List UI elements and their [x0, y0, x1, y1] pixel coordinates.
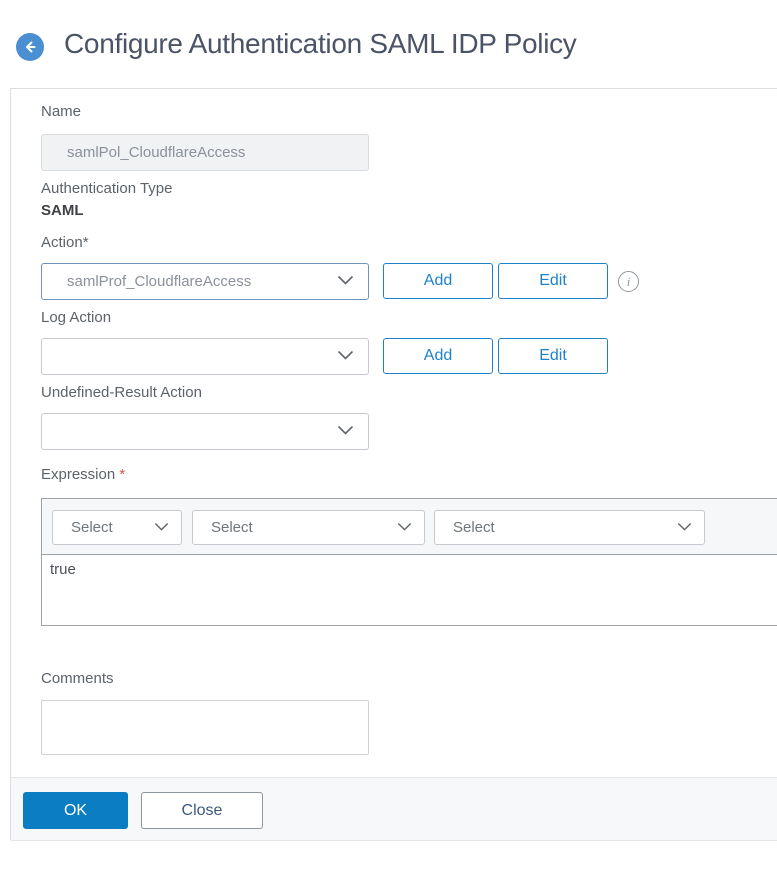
footer-bar: OK Close [11, 777, 777, 841]
name-input[interactable] [41, 134, 369, 171]
log-action-edit-button[interactable]: Edit [498, 338, 608, 374]
info-icon[interactable]: i [618, 271, 639, 292]
page-title: Configure Authentication SAML IDP Policy [64, 28, 577, 59]
expression-select-2[interactable]: Select [192, 510, 425, 545]
arrow-left-icon [22, 39, 38, 55]
expression-select-2-value: Select [211, 519, 253, 536]
log-action-select[interactable] [41, 338, 369, 375]
back-button[interactable] [16, 33, 44, 61]
configure-saml-idp-policy-page: Configure Authentication SAML IDP Policy… [0, 0, 777, 877]
chevron-down-icon [397, 519, 412, 536]
action-edit-button[interactable]: Edit [498, 263, 608, 299]
form-panel: Name Authentication Type SAML Action* sa… [10, 88, 777, 841]
name-label: Name [41, 103, 82, 120]
expression-required-mark: * [119, 466, 126, 483]
comments-textarea[interactable] [41, 700, 369, 755]
undefined-result-action-label: Undefined-Result Action [41, 384, 202, 401]
expression-label: Expression * [41, 466, 125, 483]
ok-button[interactable]: OK [23, 792, 128, 829]
expression-select-1-value: Select [71, 519, 113, 536]
action-select[interactable]: samlProf_CloudflareAccess [41, 263, 369, 300]
expression-select-1[interactable]: Select [52, 510, 182, 545]
close-button[interactable]: Close [141, 792, 263, 829]
chevron-down-icon [337, 273, 354, 290]
comments-label: Comments [41, 670, 114, 687]
expression-toolbar: Select Select Select [41, 498, 777, 554]
authentication-type-label: Authentication Type [41, 180, 173, 197]
chevron-down-icon [154, 519, 169, 536]
action-select-value: samlProf_CloudflareAccess [67, 273, 252, 290]
action-add-button[interactable]: Add [383, 263, 493, 299]
authentication-type-value: SAML [41, 202, 84, 219]
log-action-label: Log Action [41, 309, 112, 326]
expression-select-3-value: Select [453, 519, 495, 536]
expression-label-text: Expression [41, 466, 116, 483]
chevron-down-icon [337, 348, 354, 365]
log-action-add-button[interactable]: Add [383, 338, 493, 374]
undefined-result-action-select[interactable] [41, 413, 369, 450]
action-label: Action* [41, 234, 89, 251]
chevron-down-icon [337, 423, 354, 440]
expression-textarea[interactable]: true [41, 554, 777, 626]
expression-select-3[interactable]: Select [434, 510, 705, 545]
chevron-down-icon [677, 519, 692, 536]
